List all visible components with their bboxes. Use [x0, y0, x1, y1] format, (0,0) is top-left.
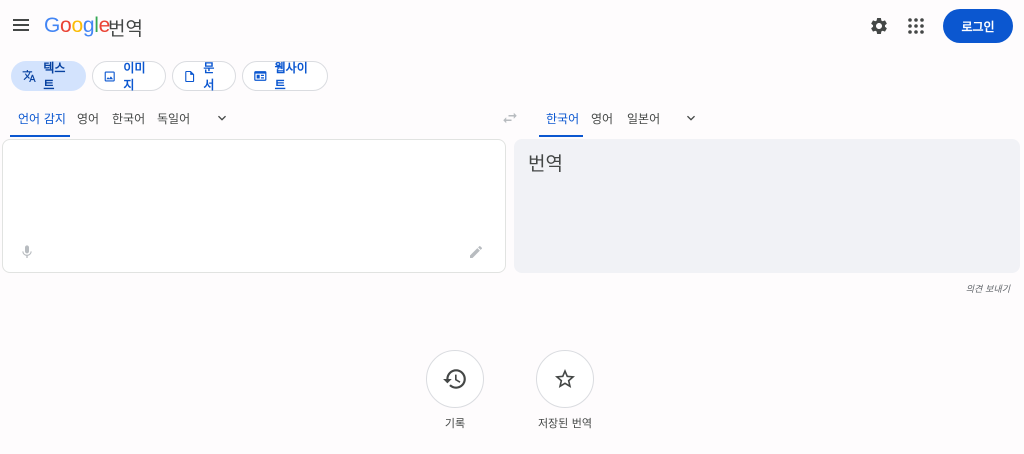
swap-arrows-icon[interactable] — [496, 104, 524, 132]
mode-document-chip[interactable]: 문서 — [172, 61, 236, 92]
source-lang-german-tab[interactable]: 독일어 — [157, 110, 190, 127]
saved-button[interactable] — [536, 350, 594, 408]
saved-label: 저장된 번역 — [537, 417, 593, 430]
target-lang-korean-tab[interactable]: 한국어 — [546, 110, 579, 127]
chevron-down-icon[interactable] — [683, 110, 699, 130]
mode-label: 문서 — [203, 61, 215, 92]
product-name: 번역 — [108, 18, 143, 40]
logo-letter: o — [60, 14, 72, 37]
target-text-output: 번역 — [514, 139, 1020, 273]
apps-grid-icon[interactable] — [902, 12, 930, 40]
source-text-input[interactable] — [2, 139, 506, 273]
mode-label: 웹사이트 — [274, 61, 308, 92]
target-lang-japanese-tab[interactable]: 일본어 — [627, 110, 660, 127]
gear-icon[interactable] — [865, 12, 893, 40]
login-button[interactable]: 로그인 — [943, 9, 1013, 43]
translate-icon — [22, 70, 36, 82]
active-tab-indicator — [10, 135, 70, 137]
document-icon — [185, 70, 195, 82]
active-tab-indicator — [539, 135, 583, 137]
website-icon — [254, 71, 267, 81]
mode-label: 텍스트 — [43, 61, 66, 92]
history-icon — [443, 369, 466, 389]
target-lang-english-tab[interactable]: 영어 — [591, 110, 613, 127]
menu-icon[interactable] — [10, 14, 32, 36]
mode-website-chip[interactable]: 웹사이트 — [242, 61, 328, 92]
mode-image-chip[interactable]: 이미지 — [92, 61, 166, 92]
pencil-icon[interactable] — [462, 238, 490, 266]
logo-letter: g — [82, 14, 95, 37]
mode-text-chip[interactable]: 텍스트 — [11, 61, 86, 92]
logo-letter: o — [71, 14, 83, 37]
google-logo[interactable]: Google — [44, 14, 110, 38]
history-button[interactable] — [426, 350, 484, 408]
source-lang-korean-tab[interactable]: 한국어 — [112, 110, 145, 127]
chevron-down-icon[interactable] — [214, 110, 230, 130]
star-icon — [555, 369, 575, 388]
image-icon — [104, 70, 115, 82]
source-lang-english-tab[interactable]: 영어 — [77, 110, 99, 127]
app-header: Google 번역 로그인 — [0, 0, 1024, 52]
target-placeholder: 번역 — [528, 153, 563, 175]
source-lang-detect-tab[interactable]: 언어 감지 — [18, 110, 66, 127]
mode-label: 이미지 — [123, 61, 146, 92]
microphone-icon[interactable] — [13, 238, 41, 266]
history-label: 기록 — [444, 417, 466, 430]
send-feedback-link[interactable]: 의견 보내기 — [966, 282, 1010, 295]
logo-letter: G — [44, 14, 61, 37]
